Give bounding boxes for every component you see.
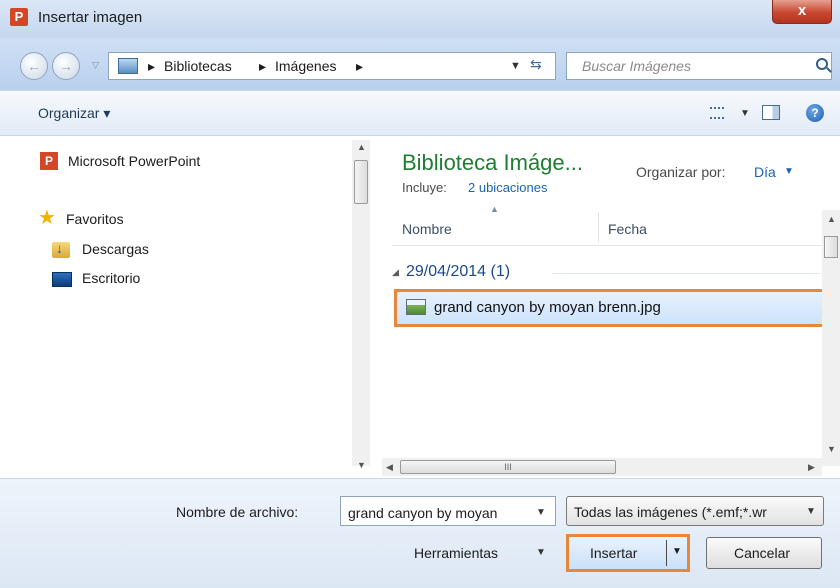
recent-pages-dropdown[interactable]: ▽	[92, 60, 99, 71]
nav-item-descargas[interactable]: Descargas	[82, 241, 149, 257]
library-icon	[118, 58, 138, 74]
library-title: Biblioteca Imáge...	[402, 150, 583, 175]
breadcrumb-imagenes[interactable]: Imágenes	[275, 58, 336, 74]
powerpoint-icon: P	[40, 152, 58, 170]
tools-dropdown-icon[interactable]: ▼	[536, 547, 546, 558]
scroll-down-icon[interactable]: ▼	[827, 444, 836, 454]
scroll-up-icon[interactable]: ▲	[827, 214, 836, 224]
filename-dropdown-icon[interactable]: ▼	[536, 507, 546, 518]
downloads-folder-icon	[52, 240, 70, 258]
change-view-icon[interactable]	[710, 107, 724, 119]
desktop-icon	[52, 272, 72, 287]
preview-pane-icon[interactable]	[762, 105, 780, 120]
organize-menu-button[interactable]: Organizar ▾	[38, 105, 110, 122]
organize-by-dropdown[interactable]: Día	[754, 164, 776, 180]
group-divider	[552, 273, 820, 274]
star-icon: ★	[38, 207, 56, 229]
horizontal-scroll-thumb[interactable]: III	[400, 460, 616, 474]
tools-menu-button[interactable]: Herramientas	[414, 545, 498, 561]
sort-ascending-icon: ▲	[490, 204, 499, 214]
group-header-date[interactable]: 29/04/2014 (1)	[406, 263, 510, 281]
search-placeholder: Buscar Imágenes	[582, 58, 691, 74]
refresh-icon[interactable]: ⇆	[530, 56, 542, 73]
navigation-pane	[12, 140, 380, 466]
scroll-up-icon[interactable]: ▲	[357, 142, 366, 152]
file-type-dropdown-icon[interactable]: ▼	[806, 506, 816, 517]
help-icon[interactable]: ?	[806, 104, 824, 122]
scroll-left-icon[interactable]: ◀	[386, 462, 393, 473]
back-button[interactable]: ←	[20, 52, 48, 80]
column-header-row	[392, 210, 822, 246]
nav-item-escritorio[interactable]: Escritorio	[82, 270, 140, 286]
nav-pane-scroll-thumb[interactable]	[354, 160, 368, 204]
insert-options-dropdown-icon[interactable]: ▼	[672, 546, 682, 557]
crumb-separator-icon[interactable]: ▸	[148, 58, 155, 75]
insert-split-divider	[666, 540, 667, 566]
window-title: Insertar imagen	[38, 9, 143, 26]
locations-link[interactable]: 2 ubicaciones	[468, 180, 548, 195]
address-dropdown-icon[interactable]: ▼	[510, 60, 521, 72]
column-header-name[interactable]: Nombre	[402, 221, 452, 237]
scroll-down-icon[interactable]: ▼	[357, 460, 366, 470]
file-name[interactable]: grand canyon by moyan brenn.jpg	[434, 299, 661, 316]
dialog-footer	[0, 478, 840, 588]
view-options-dropdown-icon[interactable]: ▼	[740, 108, 750, 119]
filename-label: Nombre de archivo:	[176, 504, 299, 520]
column-divider[interactable]	[598, 212, 599, 242]
crumb-separator-icon[interactable]: ▸	[259, 58, 266, 75]
organize-by-label: Organizar por:	[636, 164, 726, 180]
powerpoint-app-icon: P	[10, 8, 28, 26]
search-icon[interactable]	[816, 58, 828, 70]
group-collapse-icon[interactable]: ◢	[392, 267, 399, 278]
forward-button[interactable]: →	[52, 52, 80, 80]
nav-item-microsoft-powerpoint[interactable]: Microsoft PowerPoint	[68, 153, 200, 169]
organize-by-chevron-icon[interactable]: ▼	[784, 166, 794, 177]
scroll-right-icon[interactable]: ▶	[808, 462, 815, 473]
cancel-button-label[interactable]: Cancelar	[734, 545, 790, 561]
crumb-separator-icon[interactable]: ▸	[356, 58, 363, 75]
file-list-scroll-thumb[interactable]	[824, 236, 838, 258]
file-type-value[interactable]: Todas las imágenes (*.emf;*.wr	[574, 504, 767, 520]
nav-item-favoritos[interactable]: Favoritos	[66, 211, 124, 227]
includes-label: Incluye:	[402, 180, 447, 195]
filename-value[interactable]: grand canyon by moyan	[348, 505, 497, 521]
insert-button-label[interactable]: Insertar	[590, 545, 637, 561]
image-file-icon	[406, 299, 426, 315]
breadcrumb-bibliotecas[interactable]: Bibliotecas	[164, 58, 232, 74]
column-header-date[interactable]: Fecha	[608, 221, 647, 237]
close-button[interactable]: x	[772, 0, 832, 24]
